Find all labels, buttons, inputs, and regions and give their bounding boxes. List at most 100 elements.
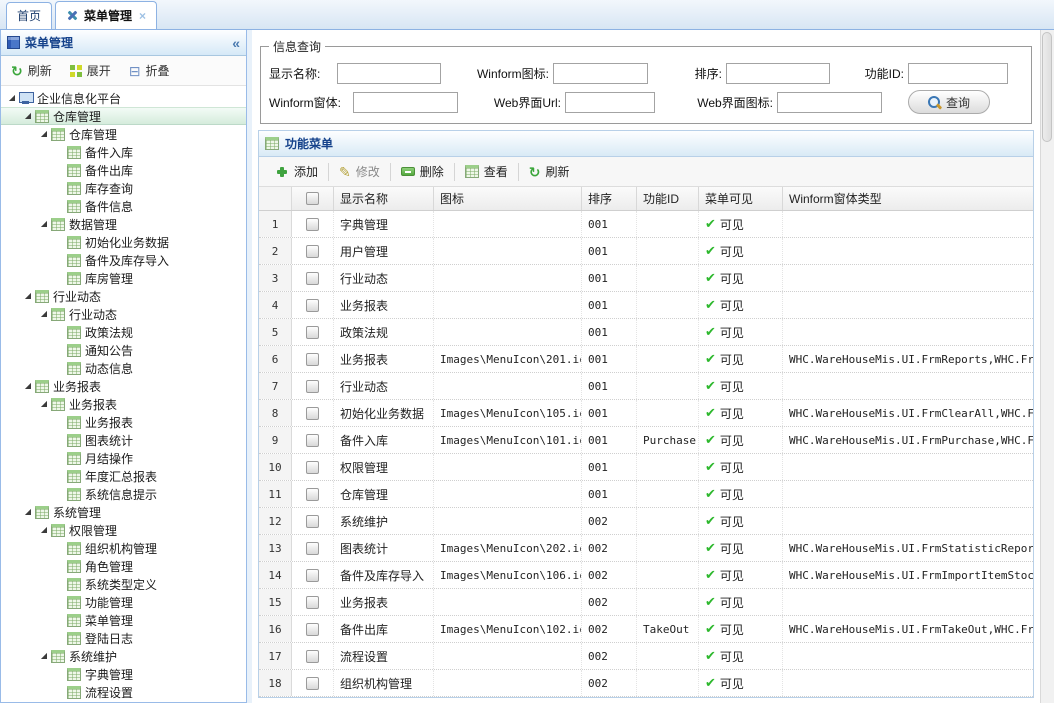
tree-item[interactable]: ◢ 业务报表	[1, 377, 246, 395]
header-sort[interactable]: 排序	[582, 187, 637, 210]
tree-item[interactable]: 登陆日志	[1, 629, 246, 647]
table-row[interactable]: 5 政策法规 001 ✔ 可见	[259, 319, 1033, 346]
tree-expanded-icon[interactable]: ◢	[21, 508, 35, 516]
tree-item[interactable]: ◢ 数据管理	[1, 215, 246, 233]
row-checkbox[interactable]	[306, 622, 319, 636]
tree-item[interactable]: 图表统计	[1, 431, 246, 449]
tree-item[interactable]: ◢ 仓库管理	[1, 125, 246, 143]
tree-expanded-icon[interactable]: ◢	[37, 310, 51, 318]
scrollbar-thumb[interactable]	[1042, 32, 1052, 142]
row-checkbox[interactable]	[306, 568, 319, 582]
tree-item[interactable]: 功能管理	[1, 593, 246, 611]
tree-item[interactable]: ◢ 企业信息化平台	[1, 89, 246, 107]
tree-item[interactable]: 库存查询	[1, 179, 246, 197]
tree-item[interactable]: 通知公告	[1, 341, 246, 359]
search-button[interactable]: 查询	[908, 90, 990, 114]
tree-item[interactable]: 字典管理	[1, 665, 246, 683]
table-row[interactable]: 14 备件及库存导入 Images\MenuIcon\106.ico 002 ✔ 可见 WH…	[259, 562, 1033, 589]
grid-refresh-button[interactable]: ↻ 刷新	[519, 163, 580, 180]
row-checkbox[interactable]	[306, 406, 319, 420]
table-row[interactable]: 18 组织机构管理 002 ✔ 可见	[259, 670, 1033, 697]
row-checkbox[interactable]	[306, 244, 319, 258]
tree-item[interactable]: 政策法规	[1, 323, 246, 341]
table-row[interactable]: 16 备件出库 Images\MenuIcon\102.ico 002 TakeOut ✔…	[259, 616, 1033, 643]
table-row[interactable]: 3 行业动态 001 ✔ 可见	[259, 265, 1033, 292]
row-checkbox[interactable]	[306, 433, 319, 447]
display-name-input[interactable]	[337, 63, 441, 84]
view-button[interactable]: 查看	[455, 163, 518, 180]
row-checkbox[interactable]	[306, 514, 319, 528]
tree-item[interactable]: 动态信息	[1, 359, 246, 377]
delete-button[interactable]: 删除	[391, 163, 454, 180]
row-checkbox[interactable]	[306, 595, 319, 609]
header-func-id[interactable]: 功能ID	[637, 187, 699, 210]
tree-item[interactable]: 年度汇总报表	[1, 467, 246, 485]
tree-expanded-icon[interactable]: ◢	[21, 382, 35, 390]
row-checkbox[interactable]	[306, 676, 319, 690]
tree-item[interactable]: ◢ 行业动态	[1, 305, 246, 323]
tree-item[interactable]: ◢ 系统管理	[1, 503, 246, 521]
tree-expanded-icon[interactable]: ◢	[21, 292, 35, 300]
tree-item[interactable]: 系统信息提示	[1, 485, 246, 503]
table-row[interactable]: 7 行业动态 001 ✔ 可见	[259, 373, 1033, 400]
vertical-scrollbar[interactable]	[1040, 30, 1054, 703]
row-checkbox[interactable]	[306, 271, 319, 285]
tree-item[interactable]: ◢ 行业动态	[1, 287, 246, 305]
table-row[interactable]: 12 系统维护 002 ✔ 可见	[259, 508, 1033, 535]
tree-expanded-icon[interactable]: ◢	[37, 400, 51, 408]
header-icon[interactable]: 图标	[434, 187, 582, 210]
tree-item[interactable]: 库房管理	[1, 269, 246, 287]
edit-button[interactable]: ✎ 修改	[329, 163, 390, 180]
table-row[interactable]: 15 业务报表 002 ✔ 可见	[259, 589, 1033, 616]
tree-item[interactable]: 组织机构管理	[1, 539, 246, 557]
table-row[interactable]: 10 权限管理 001 ✔ 可见	[259, 454, 1033, 481]
tree-expanded-icon[interactable]: ◢	[37, 652, 51, 660]
tree-collapse-button[interactable]: ⊟ 折叠	[129, 62, 170, 79]
table-row[interactable]: 8 初始化业务数据 Images\MenuIcon\105.ico 001 ✔ 可见 WHC…	[259, 400, 1033, 427]
tree-item[interactable]: 初始化业务数据	[1, 233, 246, 251]
collapse-panel-icon[interactable]: «	[232, 35, 240, 51]
web-url-input[interactable]	[565, 91, 655, 113]
tree-item[interactable]: ◢ 系统维护	[1, 647, 246, 665]
table-row[interactable]: 6 业务报表 Images\MenuIcon\201.ico 001 ✔ 可见 WHC.Wa…	[259, 346, 1033, 373]
header-menu-visible[interactable]: 菜单可见	[699, 187, 783, 210]
tree-item[interactable]: ◢ 仓库管理	[1, 107, 246, 125]
table-row[interactable]: 1 字典管理 001 ✔ 可见	[259, 211, 1033, 238]
add-button[interactable]: 添加	[265, 163, 328, 180]
winform-form-input[interactable]	[353, 91, 458, 113]
tree-expand-button[interactable]: 展开	[69, 62, 111, 79]
table-row[interactable]: 11 仓库管理 001 ✔ 可见	[259, 481, 1033, 508]
web-icon-input[interactable]	[777, 91, 882, 113]
row-checkbox[interactable]	[306, 352, 319, 366]
table-row[interactable]: 9 备件入库 Images\MenuIcon\101.ico 001 Purchase ✔…	[259, 427, 1033, 454]
tree-item[interactable]: 备件信息	[1, 197, 246, 215]
sort-input[interactable]	[726, 63, 830, 84]
tree-item[interactable]: ◢ 权限管理	[1, 521, 246, 539]
tree-expanded-icon[interactable]: ◢	[37, 130, 51, 138]
tree-item[interactable]: 业务报表	[1, 413, 246, 431]
tab-close-icon[interactable]: ×	[139, 9, 146, 23]
row-checkbox[interactable]	[306, 460, 319, 474]
tree-expanded-icon[interactable]: ◢	[21, 112, 35, 120]
tab-menu-management[interactable]: 菜单管理 ×	[55, 1, 158, 29]
tree-expanded-icon[interactable]: ◢	[37, 220, 51, 228]
tree-item[interactable]: 系统类型定义	[1, 575, 246, 593]
row-checkbox[interactable]	[306, 379, 319, 393]
row-checkbox[interactable]	[306, 325, 319, 339]
row-checkbox[interactable]	[306, 217, 319, 231]
row-checkbox[interactable]	[306, 649, 319, 663]
winform-icon-input[interactable]	[553, 63, 648, 84]
tree-item[interactable]: 备件出库	[1, 161, 246, 179]
tree-expanded-icon[interactable]: ◢	[37, 526, 51, 534]
tab-home[interactable]: 首页	[6, 2, 53, 29]
tree-item[interactable]: 流程设置	[1, 683, 246, 701]
tree-item[interactable]: ◢ 业务报表	[1, 395, 246, 413]
table-row[interactable]: 17 流程设置 002 ✔ 可见	[259, 643, 1033, 670]
tree-item[interactable]: 备件及库存导入	[1, 251, 246, 269]
row-checkbox[interactable]	[306, 298, 319, 312]
tree-item[interactable]: 菜单管理	[1, 611, 246, 629]
header-winform-type[interactable]: Winform窗体类型	[783, 187, 1033, 210]
tree-expanded-icon[interactable]: ◢	[5, 94, 19, 102]
tree-item[interactable]: 角色管理	[1, 557, 246, 575]
func-id-input[interactable]	[908, 63, 1008, 84]
